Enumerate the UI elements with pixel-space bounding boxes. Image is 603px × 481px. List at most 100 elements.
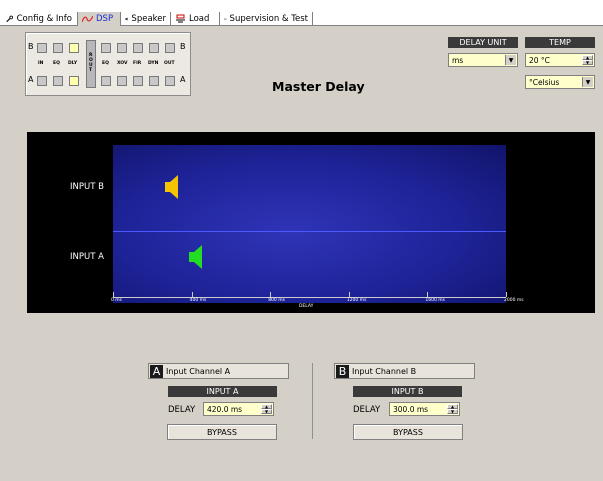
axis-tick [270, 292, 272, 297]
axis-tick [348, 292, 350, 297]
tab-supervision-test-label: Supervision & Test [229, 14, 308, 24]
routing-row-b-out-label: B [180, 42, 186, 51]
tab-bar: Config & Info DSP Speaker Load Supervisi… [0, 0, 603, 26]
channel-a-delay-value: 420.0 ms [207, 404, 243, 414]
routing-dyn-a [149, 76, 159, 86]
input-channel-b-button[interactable]: B Input Channel B [334, 363, 475, 379]
channel-b-label: Input Channel B [352, 366, 417, 376]
tab-config-info-label: Config & Info [16, 14, 72, 24]
axis-tick-label: 0 ms [111, 298, 123, 303]
channel-a-delay-stepper[interactable]: ▲ ▼ [261, 404, 272, 414]
spin-down-icon[interactable]: ▼ [447, 409, 458, 414]
routing-row-a-label: A [28, 75, 34, 84]
routing-label-dyn: DYN [148, 61, 159, 66]
axis-tick-label: 800 ms [268, 298, 285, 303]
routing-rout-block: R O U T [86, 40, 96, 88]
spin-down-icon[interactable]: ▼ [582, 60, 593, 65]
channel-a-bypass-button[interactable]: BYPASS [167, 424, 277, 440]
delay-axis [113, 297, 506, 298]
tab-config-info[interactable]: Config & Info [2, 12, 76, 26]
routing-xov-b [117, 43, 127, 53]
axis-tick-label: 400 ms [189, 298, 207, 303]
axis-tick [191, 292, 193, 297]
temp-unit-value: °Celsius [529, 77, 560, 87]
spin-down-icon[interactable]: ▼ [261, 409, 272, 414]
channel-a-input-name: INPUT A [168, 386, 277, 397]
tab-dsp-label: DSP [96, 14, 114, 24]
routing-eq-b [53, 43, 63, 53]
channel-b-badge: B [336, 364, 349, 378]
channel-divider [312, 363, 313, 439]
tab-speaker-label: Speaker [131, 14, 166, 24]
delay-unit-select[interactable]: ms ▼ [448, 53, 518, 67]
routing-in-b [37, 43, 47, 53]
routing-eq2-a [101, 76, 111, 86]
tab-speaker[interactable]: Speaker [121, 12, 170, 26]
temp-header: TEMP [525, 37, 595, 48]
tab-load[interactable]: Load [171, 12, 219, 26]
routing-fir-b [133, 43, 143, 53]
routing-row-b-label: B [28, 42, 34, 51]
routing-out-b [165, 43, 175, 53]
app-window: Config & Info DSP Speaker Load Supervisi… [0, 0, 603, 481]
channel-b-delay-value: 300.0 ms [393, 404, 429, 414]
routing-dly-a [69, 76, 79, 86]
routing-label-xov: XOV [117, 61, 128, 66]
wrench-icon [6, 15, 13, 23]
chevron-down-icon[interactable]: ▼ [505, 55, 516, 65]
axis-tick-label: 1200 ms [346, 298, 367, 303]
tab-dsp[interactable]: DSP [78, 12, 120, 26]
temp-value: 20 °C [529, 55, 550, 65]
routing-dly-b [69, 43, 79, 53]
tab-underline [0, 25, 78, 26]
routing-eq-a [53, 76, 63, 86]
axis-tick-label: 1600 ms [425, 298, 446, 303]
routing-xov-a [117, 76, 127, 86]
channel-b-delay-stepper[interactable]: ▲ ▼ [447, 404, 458, 414]
channel-b-delay-label: DELAY [353, 405, 381, 415]
dsp-curve-icon [82, 15, 93, 23]
tab-divider [312, 12, 313, 26]
row-divider [113, 231, 506, 232]
routing-label-eq2: EQ [102, 61, 109, 66]
chevron-down-icon[interactable]: ▼ [582, 77, 593, 87]
tab-underline [120, 25, 603, 26]
glasses-icon [224, 18, 227, 20]
routing-label-eq: EQ [53, 61, 60, 66]
load-icon [176, 14, 185, 23]
channel-b-delay-input[interactable]: 300.0 ms ▲ ▼ [389, 402, 460, 416]
routing-label-out: OUT [164, 61, 175, 66]
delay-unit-value: ms [452, 55, 464, 65]
temp-stepper[interactable]: ▲ ▼ [582, 55, 593, 65]
delay-plot-area [113, 145, 506, 303]
routing-dyn-b [149, 43, 159, 53]
routing-fir-a [133, 76, 143, 86]
channel-a-delay-input[interactable]: 420.0 ms ▲ ▼ [203, 402, 274, 416]
tab-load-label: Load [189, 14, 210, 24]
routing-label-in: IN [38, 61, 44, 66]
channel-a-badge: A [150, 364, 163, 378]
routing-eq2-b [101, 43, 111, 53]
routing-rout-label: R O U T [89, 53, 93, 73]
input-channel-a-button[interactable]: A Input Channel A [148, 363, 289, 379]
channel-b-input-name: INPUT B [353, 386, 462, 397]
speaker-icon [125, 17, 128, 21]
delay-axis-label: DELAY [299, 304, 314, 309]
input-b-speaker-marker[interactable] [164, 174, 179, 200]
channel-a-delay-label: DELAY [168, 405, 196, 415]
delay-graph: INPUT B INPUT A DELAY 0 ms 400 ms 800 ms 12… [27, 132, 595, 313]
channel-b-bypass-button[interactable]: BYPASS [353, 424, 463, 440]
routing-label-dly: DLY [68, 61, 78, 66]
routing-overview[interactable]: B A B A R O U T IN EQ DLY EQ XOV FIR DYN… [25, 32, 191, 96]
routing-row-a-out-label: A [180, 75, 186, 84]
input-a-speaker-marker[interactable] [188, 244, 203, 270]
delay-unit-header: DELAY UNIT [448, 37, 518, 48]
page-title: Master Delay [272, 79, 365, 94]
temp-input[interactable]: 20 °C ▲ ▼ [525, 53, 595, 67]
tab-supervision-test[interactable]: Supervision & Test [220, 12, 312, 26]
routing-in-a [37, 76, 47, 86]
axis-tick-label: 2000 ms [504, 298, 524, 303]
graph-row-b-label: INPUT B [70, 182, 104, 192]
routing-out-a [165, 76, 175, 86]
temp-unit-select[interactable]: °Celsius ▼ [525, 75, 595, 89]
